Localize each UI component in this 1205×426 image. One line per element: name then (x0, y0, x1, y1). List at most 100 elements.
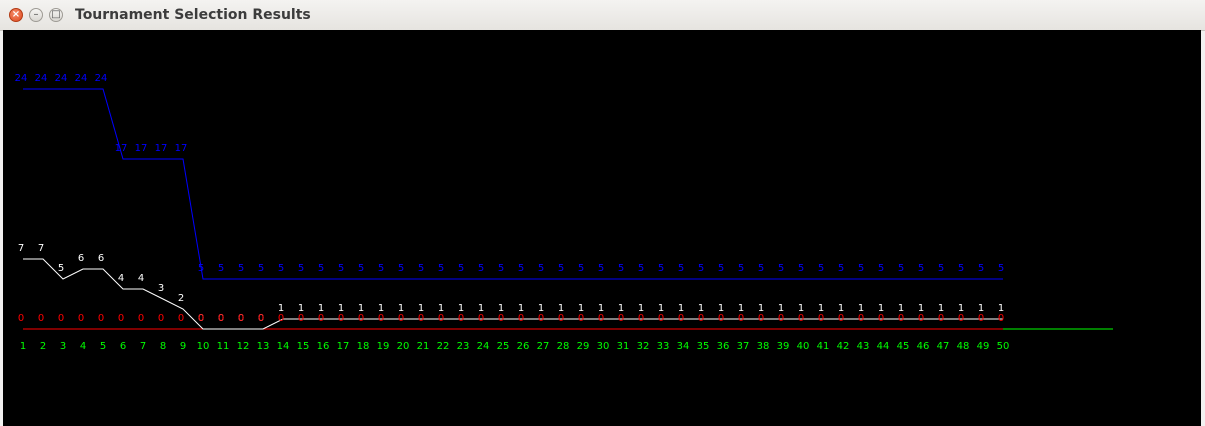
x-tick-label: 18 (357, 341, 370, 352)
data-label: 5 (698, 263, 704, 274)
data-label: 0 (998, 313, 1004, 324)
x-tick-label: 45 (897, 341, 910, 352)
data-label: 0 (758, 313, 764, 324)
data-label: 5 (578, 263, 584, 274)
data-label: 5 (398, 263, 404, 274)
data-label: 5 (438, 263, 444, 274)
x-tick-label: 24 (477, 341, 490, 352)
x-tick-label: 25 (497, 341, 510, 352)
data-label: 5 (998, 263, 1004, 274)
data-label: 0 (698, 313, 704, 324)
data-label: 0 (78, 313, 84, 324)
data-label: 0 (438, 313, 444, 324)
maximize-button[interactable]: □ (49, 8, 63, 22)
x-tick-label: 6 (120, 341, 126, 352)
x-tick-label: 42 (837, 341, 850, 352)
data-label: 5 (678, 263, 684, 274)
data-label: 0 (918, 313, 924, 324)
x-tick-label: 48 (957, 341, 970, 352)
data-label: 5 (338, 263, 344, 274)
data-label: 17 (175, 143, 188, 154)
data-label: 0 (778, 313, 784, 324)
x-tick-label: 21 (417, 341, 430, 352)
x-tick-label: 17 (337, 341, 350, 352)
x-tick-label: 8 (160, 341, 166, 352)
data-label: 17 (155, 143, 168, 154)
data-label: 24 (75, 73, 88, 84)
data-label: 2 (178, 293, 184, 304)
data-label: 24 (55, 73, 68, 84)
data-label: 5 (618, 263, 624, 274)
x-tick-label: 34 (677, 341, 690, 352)
title-bar[interactable]: × – □ Tournament Selection Results (0, 0, 1205, 31)
data-label: 5 (518, 263, 524, 274)
minimize-button[interactable]: – (29, 8, 43, 22)
data-label: 5 (718, 263, 724, 274)
x-tick-label: 35 (697, 341, 710, 352)
x-tick-label: 7 (140, 341, 146, 352)
x-tick-label: 44 (877, 341, 890, 352)
series-line (23, 258, 1003, 330)
x-tick-label: 9 (180, 341, 186, 352)
data-label: 17 (135, 143, 148, 154)
data-label: 0 (298, 313, 304, 324)
data-label: 0 (978, 313, 984, 324)
data-label: 0 (358, 313, 364, 324)
data-label: 0 (618, 313, 624, 324)
x-tick-label: 33 (657, 341, 670, 352)
data-label: 5 (558, 263, 564, 274)
x-tick-label: 40 (797, 341, 810, 352)
data-label: 0 (398, 313, 404, 324)
data-label: 0 (238, 313, 244, 324)
data-label: 5 (658, 263, 664, 274)
x-tick-label: 11 (217, 341, 230, 352)
x-tick-label: 38 (757, 341, 770, 352)
data-label: 0 (158, 313, 164, 324)
data-label: 5 (798, 263, 804, 274)
x-tick-label: 26 (517, 341, 530, 352)
x-tick-label: 27 (537, 341, 550, 352)
data-label: 5 (938, 263, 944, 274)
data-label: 0 (878, 313, 884, 324)
x-tick-label: 23 (457, 341, 470, 352)
data-label: 0 (418, 313, 424, 324)
data-label: 0 (558, 313, 564, 324)
x-tick-label: 1 (20, 341, 26, 352)
data-label: 0 (858, 313, 864, 324)
x-tick-label: 46 (917, 341, 930, 352)
data-label: 24 (15, 73, 28, 84)
x-tick-label: 15 (297, 341, 310, 352)
x-tick-label: 12 (237, 341, 250, 352)
data-label: 5 (878, 263, 884, 274)
data-label: 5 (738, 263, 744, 274)
data-label: 5 (818, 263, 824, 274)
data-label: 5 (638, 263, 644, 274)
data-label: 0 (278, 313, 284, 324)
x-tick-label: 36 (717, 341, 730, 352)
data-label: 0 (498, 313, 504, 324)
data-label: 5 (378, 263, 384, 274)
close-button[interactable]: × (9, 8, 23, 22)
data-label: 5 (958, 263, 964, 274)
x-tick-label: 20 (397, 341, 410, 352)
data-label: 4 (138, 273, 144, 284)
data-label: 0 (718, 313, 724, 324)
data-label: 0 (658, 313, 664, 324)
window-title: Tournament Selection Results (75, 7, 311, 23)
data-label: 4 (118, 273, 124, 284)
data-label: 6 (78, 253, 84, 264)
data-label: 17 (115, 143, 128, 154)
x-tick-label: 16 (317, 341, 330, 352)
x-tick-label: 30 (597, 341, 610, 352)
data-label: 6 (98, 253, 104, 264)
data-label: 5 (258, 263, 264, 274)
x-tick-label: 5 (100, 341, 106, 352)
data-label: 24 (95, 73, 108, 84)
x-tick-label: 31 (617, 341, 630, 352)
data-label: 5 (458, 263, 464, 274)
data-label: 0 (258, 313, 264, 324)
data-label: 0 (938, 313, 944, 324)
app-window: × – □ Tournament Selection Results 12345… (0, 0, 1205, 426)
data-label: 5 (358, 263, 364, 274)
data-label: 0 (178, 313, 184, 324)
